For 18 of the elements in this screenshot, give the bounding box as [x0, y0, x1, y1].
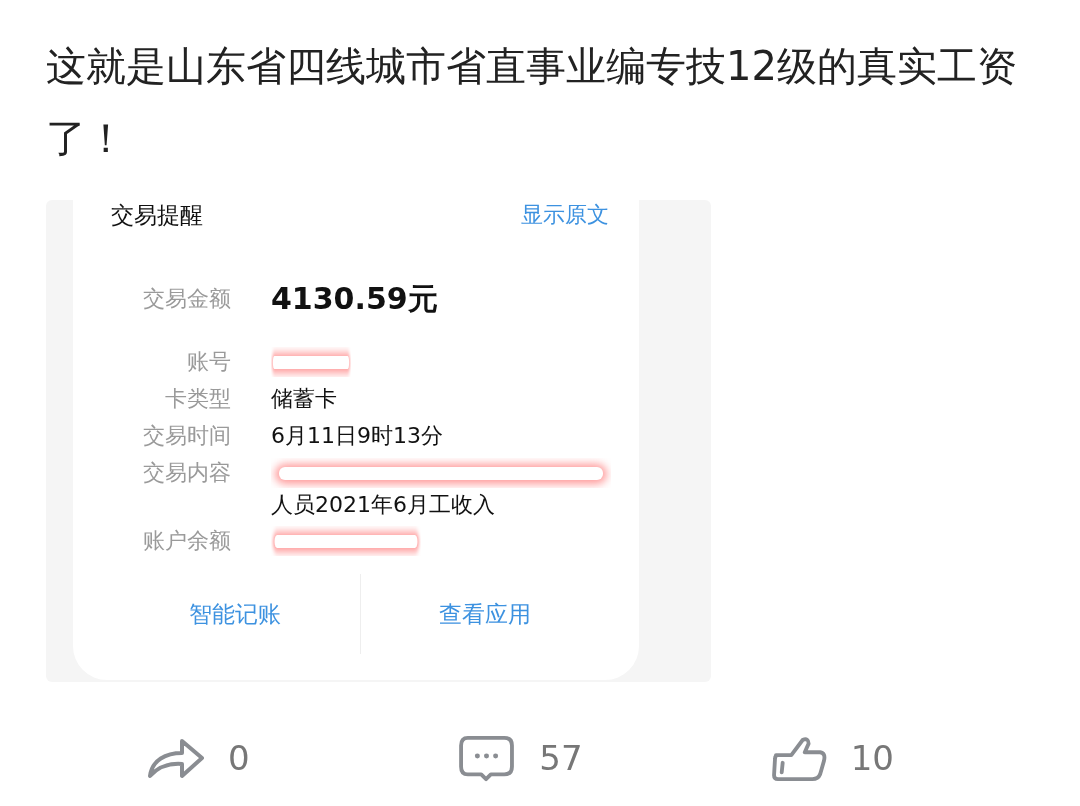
field-value: 人员2021年6月工收入: [271, 491, 496, 519]
show-original-link[interactable]: 显示原文: [521, 200, 609, 230]
field-label: 账户余额: [142, 527, 231, 555]
share-count: 0: [228, 738, 250, 778]
field-label: 交易金额: [142, 285, 231, 313]
field-value: 6月11日9时13分: [271, 422, 443, 450]
like-count: 10: [850, 738, 894, 778]
field-label: 卡类型: [164, 385, 231, 413]
notification-title: 交易提醒: [111, 200, 203, 230]
amount-value: 4130.59元: [271, 280, 438, 317]
post-text: 这就是山东省四线城市省直事业编专技12级的真实工资了！: [46, 42, 1018, 163]
action-link[interactable]: 智能记账: [111, 598, 360, 630]
field-label: 账号: [186, 348, 231, 376]
field-value: 储蓄卡: [271, 385, 337, 413]
field-label: 交易内容: [142, 459, 231, 487]
field-label: 交易时间: [142, 422, 231, 450]
action-link[interactable]: 查看应用: [360, 598, 609, 630]
comment-count: 57: [539, 738, 583, 778]
